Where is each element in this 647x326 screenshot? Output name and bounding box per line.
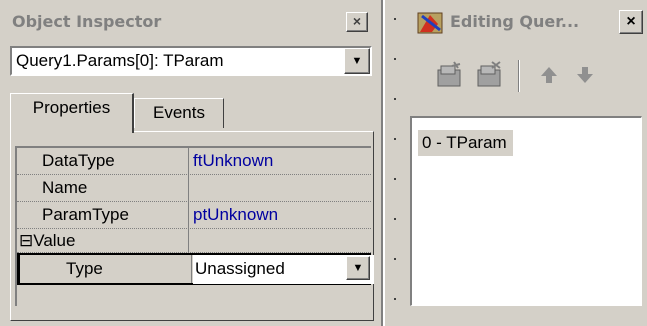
delete-icon[interactable]: [472, 58, 506, 92]
move-down-icon[interactable]: [568, 58, 602, 92]
grip-dot: [394, 258, 396, 260]
property-value: Unassigned: [195, 259, 285, 278]
property-name-expandable: ⊟Value: [17, 229, 189, 252]
collapse-icon[interactable]: ⊟: [19, 231, 33, 250]
toolbar-separator: [518, 60, 519, 92]
grip-dot: [394, 298, 396, 300]
tab-properties-label: Properties: [32, 98, 111, 117]
property-value[interactable]: [191, 175, 371, 201]
property-name: DataType: [17, 148, 189, 174]
object-inspector-close-button[interactable]: ×: [346, 12, 368, 32]
property-name: Type: [20, 255, 192, 283]
object-selector-dropdown-button[interactable]: ▼: [344, 48, 370, 74]
grip-dot: [394, 58, 396, 60]
grip-dot: [394, 98, 396, 100]
dock-grip-strip[interactable]: [385, 0, 405, 326]
property-name: ParamType: [17, 202, 189, 228]
grip-dot: [394, 178, 396, 180]
grip-dot: [394, 218, 396, 220]
property-grid: DataType ftUnknown Name ParamType ptUnkn…: [15, 146, 374, 306]
chevron-down-icon: ▼: [352, 262, 364, 274]
property-value[interactable]: [191, 229, 371, 255]
property-name: Value: [33, 231, 76, 250]
property-value[interactable]: ptUnknown: [191, 202, 371, 228]
close-icon: ×: [352, 13, 362, 29]
value-dropdown-button[interactable]: ▼: [346, 256, 370, 280]
editing-query-close-button[interactable]: ×: [619, 10, 643, 34]
object-inspector-title: Object Inspector: [8, 8, 374, 36]
grip-dot: [394, 138, 396, 140]
property-name: Name: [17, 175, 189, 201]
grip-dot: [394, 18, 396, 20]
editing-query-title: Editing Quer...: [450, 12, 580, 31]
editing-query-toolbar: [410, 58, 640, 104]
object-selector-combo[interactable]: Query1.Params[0]: TParam ▼: [10, 46, 372, 76]
property-row-name[interactable]: Name: [17, 175, 371, 202]
add-new-icon[interactable]: [432, 58, 466, 92]
tab-properties[interactable]: Properties: [10, 93, 134, 133]
params-list[interactable]: 0 - TParam: [410, 116, 642, 306]
chevron-down-icon: ▼: [351, 55, 363, 67]
close-icon: ×: [626, 13, 636, 30]
list-item[interactable]: 0 - TParam: [418, 130, 513, 156]
property-row-value[interactable]: ⊟Value: [17, 229, 371, 253]
property-row-datatype[interactable]: DataType ftUnknown: [17, 148, 371, 175]
property-row-paramtype[interactable]: ParamType ptUnknown: [17, 202, 371, 229]
tab-events[interactable]: Events: [134, 98, 224, 128]
property-value-editor[interactable]: Unassigned ▼: [193, 255, 374, 284]
object-selector-value: Query1.Params[0]: TParam: [16, 51, 224, 70]
move-up-icon[interactable]: [532, 58, 566, 92]
property-row-type-selected[interactable]: Type Unassigned ▼: [17, 253, 374, 285]
property-value[interactable]: ftUnknown: [191, 148, 371, 174]
object-inspector-panel: Object Inspector × Query1.Params[0]: TPa…: [0, 0, 380, 326]
tab-events-label: Events: [153, 103, 205, 122]
